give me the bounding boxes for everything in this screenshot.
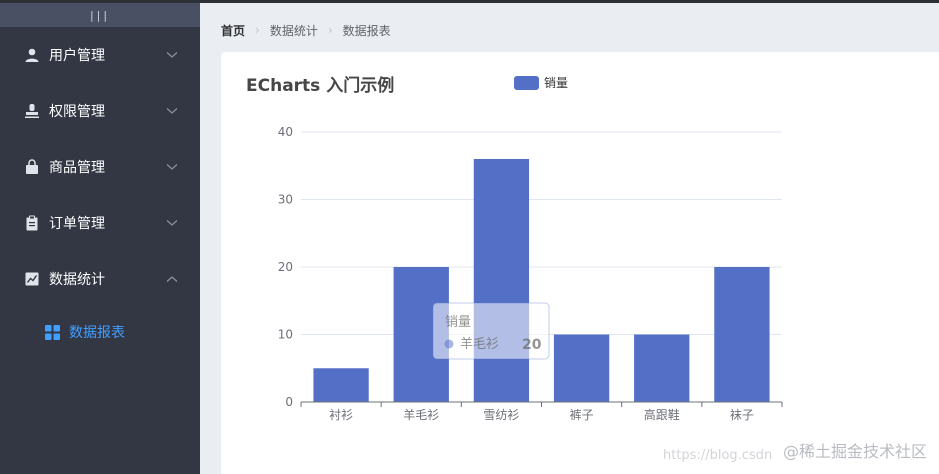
x-tick-label: 雪纺衫: [483, 408, 519, 422]
bag-icon: [24, 159, 40, 175]
chevron-down-icon: [166, 47, 178, 63]
sidebar-subitem-reports[interactable]: 数据报表: [0, 307, 200, 357]
chevron-right-icon: ›: [327, 23, 333, 37]
x-tick-label: 羊毛衫: [403, 407, 439, 422]
sidebar-toggle-button[interactable]: |||: [0, 3, 200, 27]
watermark-url: https://blog.csdn: [663, 448, 773, 463]
bar[interactable]: [473, 159, 530, 402]
sidebar-item-label: 商品管理: [49, 160, 105, 176]
sidebar-item-permissions[interactable]: 权限管理: [0, 83, 200, 139]
chart-icon: [24, 271, 40, 287]
watermark: @稀土掘金技术社区: [782, 442, 927, 461]
breadcrumb-statistics: 数据统计: [269, 23, 318, 38]
legend-swatch[interactable]: [514, 76, 539, 90]
breadcrumb-reports: 数据报表: [342, 23, 391, 38]
y-tick-label: 10: [278, 328, 293, 342]
sidebar-item-label: 用户管理: [49, 48, 105, 64]
breadcrumb-home[interactable]: 首页: [221, 22, 245, 39]
tooltip-series: 销量: [445, 315, 471, 330]
bar[interactable]: [553, 334, 610, 403]
sidebar-item-statistics[interactable]: 数据统计: [0, 251, 200, 307]
tooltip-category: 羊毛衫: [460, 336, 499, 352]
x-tick-label: 高跟鞋: [644, 407, 680, 422]
stamp-icon: [24, 103, 40, 119]
sidebar: ||| 用户管理 权限管理 商品管理 订单管理 数据统计 数据报表: [0, 3, 200, 474]
sidebar-item-goods[interactable]: 商品管理: [0, 139, 200, 195]
breadcrumb: 首页 › 数据统计 › 数据报表: [221, 22, 391, 38]
y-tick-label: 30: [278, 193, 293, 207]
bar[interactable]: [714, 267, 770, 402]
chart-card: ECharts 入门示例 销量 0 10 20 30 40 衬衫 羊毛衫 雪纺衫 裤子 高跟鞋 袜子…: [221, 52, 939, 474]
user-icon: [24, 47, 40, 63]
chart-title: ECharts 入门示例: [246, 75, 394, 96]
chart-tooltip: 销量 羊毛衫 20: [432, 302, 550, 360]
tooltip-marker: [444, 339, 454, 349]
chevron-up-icon: [166, 271, 178, 287]
sidebar-item-label: 数据统计: [49, 272, 105, 288]
chevron-down-icon: [166, 103, 178, 119]
sidebar-item-label: 权限管理: [49, 104, 105, 120]
sidebar-item-label: 订单管理: [49, 216, 105, 232]
sidebar-item-users[interactable]: 用户管理: [0, 27, 200, 83]
clipboard-icon: [24, 215, 40, 231]
bar-chart: ECharts 入门示例 销量 010203040衬衫 羊毛衫 雪纺衫 裤子 高跟鞋 袜子…: [246, 75, 783, 422]
legend-label[interactable]: 销量: [544, 76, 568, 90]
x-tick-label: 袜子: [730, 408, 754, 422]
bar[interactable]: [313, 368, 369, 402]
y-tick-label: 40: [278, 125, 293, 139]
sidebar-subitem-label: 数据报表: [69, 325, 125, 341]
grid-icon: [45, 324, 60, 340]
x-tick-label: 衬衫: [329, 408, 353, 422]
y-tick-label: 0: [285, 395, 293, 409]
tooltip-value: 20: [522, 337, 542, 353]
y-tick-label: 20: [278, 260, 293, 274]
chevron-down-icon: [166, 159, 178, 175]
x-tick-label: 裤子: [570, 408, 594, 422]
sidebar-item-orders[interactable]: 订单管理: [0, 195, 200, 251]
bar[interactable]: [634, 334, 690, 403]
chevron-right-icon: ›: [255, 23, 260, 37]
chevron-down-icon: [166, 215, 178, 231]
